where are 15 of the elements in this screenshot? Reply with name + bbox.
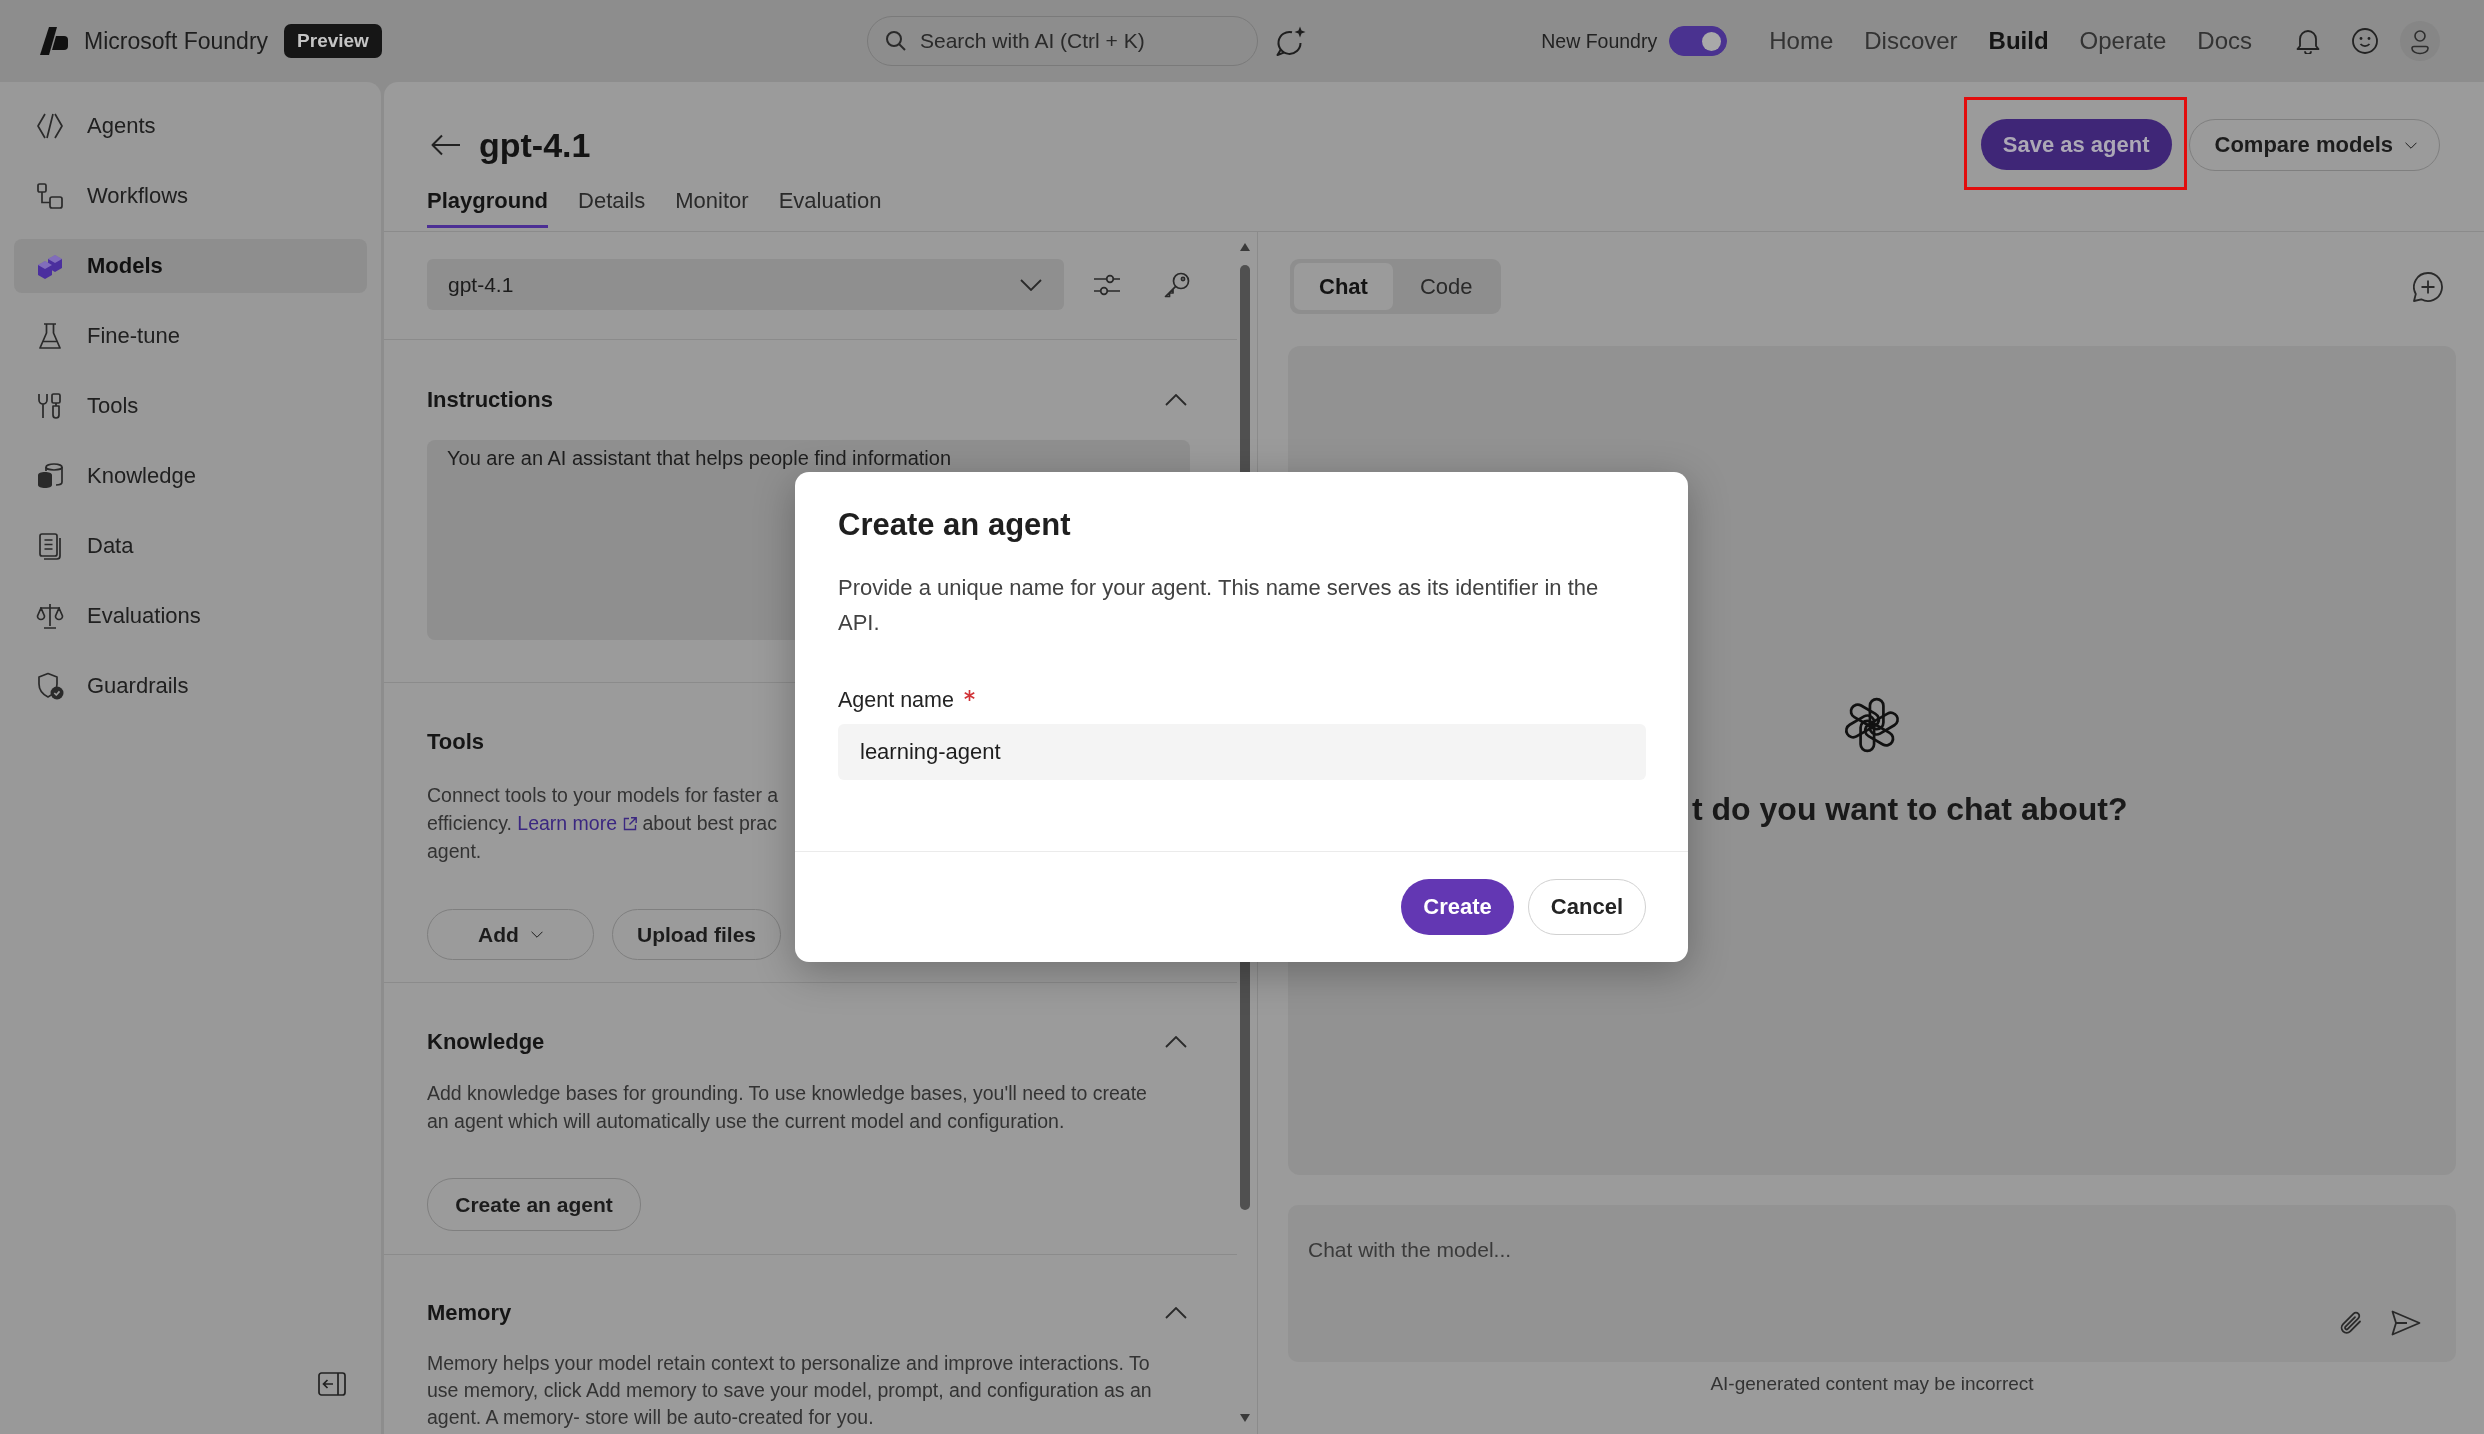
section-heading: Memory: [427, 1300, 512, 1326]
dialog-description: Provide a unique name for your agent. This name serves as its identifier in the API.: [838, 574, 1600, 637]
section-heading: Knowledge: [427, 1029, 545, 1055]
section-heading: Instructions: [427, 387, 553, 413]
section-description: Memory helps your model retain context to personalize and improve interactions. To use memory, click Add memory to save your model, prompt, and configuration as an agent. A memory- store will be auto-created for you.: [427, 1351, 1153, 1430]
empty-state-heading: t do you want to chat about?: [1692, 791, 2128, 828]
field-label: Agent name: [838, 687, 954, 714]
section-description: Add knowledge bases for grounding. To use knowledge bases, you'll need to create an agent which will automatically use the current model and configuration.: [427, 1081, 1148, 1134]
section-heading: Tools: [427, 729, 485, 755]
preview-badge: Preview: [284, 24, 382, 58]
app-name: Microsoft Foundry: [84, 27, 269, 55]
toggle-label: New Foundry: [1541, 29, 1658, 53]
page-title: gpt-4.1: [479, 125, 591, 165]
dialog-title: Create an agent: [838, 506, 1072, 544]
disclaimer-text: AI-generated content may be incorrect: [1709, 1373, 2035, 1395]
